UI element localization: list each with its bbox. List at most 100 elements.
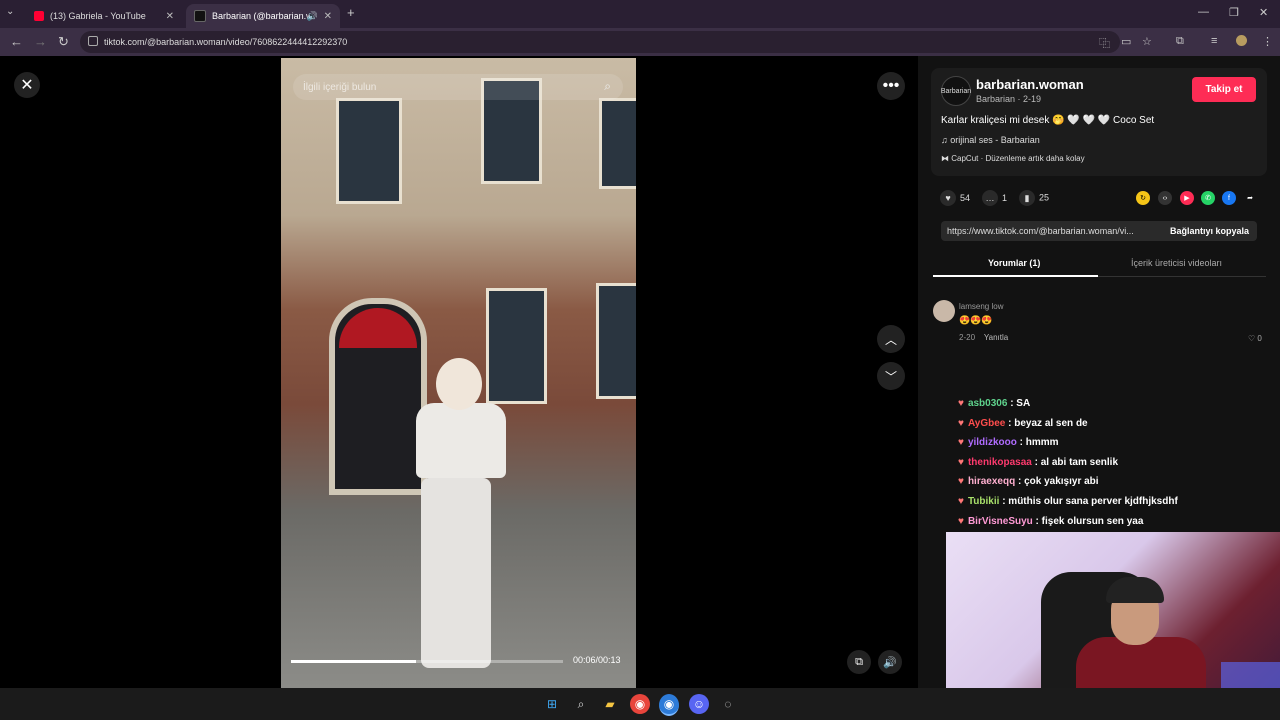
comment-username[interactable]: lamseng low xyxy=(959,302,1003,311)
close-icon: ✕ xyxy=(20,77,34,94)
comment-like-count: 0 xyxy=(1257,334,1262,343)
new-tab-button[interactable]: + xyxy=(347,5,355,20)
reply-button[interactable]: Yanıtla xyxy=(984,333,1008,342)
next-video-button[interactable]: ﹀ xyxy=(877,362,905,390)
video-description: Karlar kraliçesi mi desek 🤭 🤍 🤍 🤍 Coco S… xyxy=(941,115,1155,126)
tab-creator-videos[interactable]: İçerik üreticisi videoları xyxy=(1131,258,1222,268)
avatar[interactable]: Barbarian xyxy=(941,76,971,106)
copy-link-button[interactable]: Bağlantıyı kopyala xyxy=(1170,226,1249,236)
video-progress-bar[interactable] xyxy=(291,660,563,663)
previous-video-button[interactable]: ︿ xyxy=(877,325,905,353)
tab-tiktok[interactable]: Barbarian (@barbarian.wom 🔊 ✕ xyxy=(186,4,340,28)
chat-badge-icon: ♥ xyxy=(958,476,964,488)
chrome-icon[interactable]: ◉ xyxy=(630,694,650,714)
chat-badge-icon: ♥ xyxy=(958,456,964,468)
file-explorer-icon[interactable]: ▰ xyxy=(600,694,620,714)
person-body xyxy=(416,403,506,478)
save-count: 25 xyxy=(1039,192,1050,203)
heart-icon: ♥ xyxy=(940,190,956,206)
share-link-url[interactable]: https://www.tiktok.com/@barbarian.woman/… xyxy=(941,226,1157,236)
chat-text: : SA xyxy=(1007,398,1031,409)
volume-icon: 🔊 xyxy=(883,656,897,669)
address-url: tiktok.com/@barbarian.woman/video/760862… xyxy=(104,37,348,47)
streamer-hair xyxy=(1106,577,1164,603)
like-button[interactable]: ♥ 54 xyxy=(940,190,970,206)
embed-icon[interactable]: ‹› xyxy=(1158,191,1172,205)
send-icon[interactable]: ▶ xyxy=(1180,191,1194,205)
building-window xyxy=(336,98,402,204)
chat-badge-icon: ♥ xyxy=(958,417,964,429)
browser-menu-icon[interactable]: ⋮ xyxy=(1262,35,1273,48)
capcut-link[interactable]: ⧓ CapCut · Düzenleme artık daha kolay xyxy=(941,154,1085,163)
browser-toolbar: ← → ↻ tiktok.com/@barbarian.woman/video/… xyxy=(0,28,1280,56)
translate-icon[interactable]: ⿻ xyxy=(1099,35,1110,51)
search-icon[interactable]: ⌕ xyxy=(604,79,611,94)
window-close-button[interactable]: ✕ xyxy=(1259,6,1268,19)
chevron-down-icon: ﹀ xyxy=(884,369,897,384)
chat-text: : fişek olursun sen yaa xyxy=(1032,515,1144,527)
chat-badge-icon: ♥ xyxy=(958,437,964,449)
bookmark-star-icon[interactable]: ☆ xyxy=(1142,35,1152,48)
chat-badge-icon: ♥ xyxy=(958,398,964,409)
repost-icon[interactable]: ↻ xyxy=(1136,191,1150,205)
cast-icon[interactable]: ▭ xyxy=(1121,35,1131,48)
discord-icon[interactable]: ☺ xyxy=(689,694,709,714)
username[interactable]: barbarian.woman xyxy=(976,77,1084,92)
facebook-icon[interactable]: f xyxy=(1222,191,1236,205)
tab-youtube[interactable]: (13) Gabriela - YouTube ✕ xyxy=(26,4,182,28)
site-info-icon[interactable] xyxy=(88,36,98,46)
back-button[interactable]: ← xyxy=(10,34,23,49)
video-time: 00:06/00:13 xyxy=(573,655,621,665)
comment-date: 2-20 xyxy=(959,333,976,342)
close-icon[interactable]: ✕ xyxy=(166,11,174,22)
whatsapp-icon[interactable]: ✆ xyxy=(1201,191,1215,205)
forward-button[interactable]: → xyxy=(34,34,47,49)
address-bar[interactable]: tiktok.com/@barbarian.woman/video/760862… xyxy=(80,31,1120,53)
close-video-button[interactable]: ✕ xyxy=(14,72,40,98)
active-tab-underline xyxy=(933,275,1098,277)
chat-text: : müthis olur sana perver kjdfhjksdhf xyxy=(999,495,1178,507)
windows-start-icon[interactable]: ⊞ xyxy=(542,694,562,714)
extensions-icon[interactable]: ⧉ xyxy=(1176,35,1184,48)
volume-button[interactable]: 🔊 xyxy=(878,650,902,674)
comment-like-button[interactable]: ♡ 0 xyxy=(1248,334,1262,343)
chat-message: ♥ hiraexeqq : çok yakışıyr abi xyxy=(958,476,1178,496)
video-player[interactable]: İlgili içeriği bulun ⌕ 00:06/00:13 xyxy=(281,58,636,688)
obs-icon[interactable]: ◌ xyxy=(718,694,738,714)
comment-count: 1 xyxy=(1002,193,1008,203)
music-link[interactable]: ♫ orijinal ses - Barbarian xyxy=(941,135,1040,145)
profile-avatar[interactable] xyxy=(1236,35,1247,46)
chrome-active-icon[interactable]: ◉ xyxy=(659,694,679,716)
comment-button[interactable]: … 1 xyxy=(982,190,1007,206)
pip-button[interactable]: ⧉ xyxy=(847,650,871,674)
chat-username: yildizkooo xyxy=(967,437,1017,449)
building-window xyxy=(596,283,636,399)
chat-message: ♥ AyGbee : beyaz al sen de xyxy=(958,418,1178,438)
tiktok-icon xyxy=(194,10,206,22)
pip-icon: ⧉ xyxy=(855,655,863,668)
follow-button[interactable]: Takip et xyxy=(1192,77,1256,102)
person-legs xyxy=(421,478,491,668)
comment-avatar[interactable] xyxy=(933,300,955,322)
tab-comments[interactable]: Yorumlar (1) xyxy=(988,258,1040,268)
capcut-text: CapCut · Düzenleme artık daha kolay xyxy=(951,154,1085,163)
chat-message: ♥ asb0306 : SA xyxy=(958,398,1178,418)
capcut-icon: ⧓ xyxy=(941,154,952,163)
search-placeholder: İlgili içeriği bulun xyxy=(303,81,377,93)
tab-list-button[interactable]: ⌄ xyxy=(6,6,14,17)
related-search-input[interactable]: İlgili içeriği bulun ⌕ xyxy=(293,74,623,100)
search-icon[interactable]: ⌕ xyxy=(571,694,591,714)
more-options-button[interactable]: ••• xyxy=(877,72,905,100)
save-button[interactable]: ▮ 25 xyxy=(1019,190,1049,206)
share-link-box: https://www.tiktok.com/@barbarian.woman/… xyxy=(941,221,1257,241)
heart-outline-icon: ♡ xyxy=(1248,334,1256,343)
share-arrow-icon[interactable]: ➦ xyxy=(1243,191,1257,205)
close-icon[interactable]: ✕ xyxy=(324,11,332,22)
chat-text: : hmmm xyxy=(1016,437,1059,449)
speaker-icon[interactable]: 🔊 xyxy=(307,11,318,22)
reading-list-icon[interactable]: ≡ xyxy=(1211,35,1217,47)
restore-button[interactable]: ❐ xyxy=(1229,6,1239,19)
minimize-button[interactable]: — xyxy=(1198,6,1209,18)
video-progress-fill xyxy=(291,660,417,663)
reload-button[interactable]: ↻ xyxy=(58,34,69,50)
